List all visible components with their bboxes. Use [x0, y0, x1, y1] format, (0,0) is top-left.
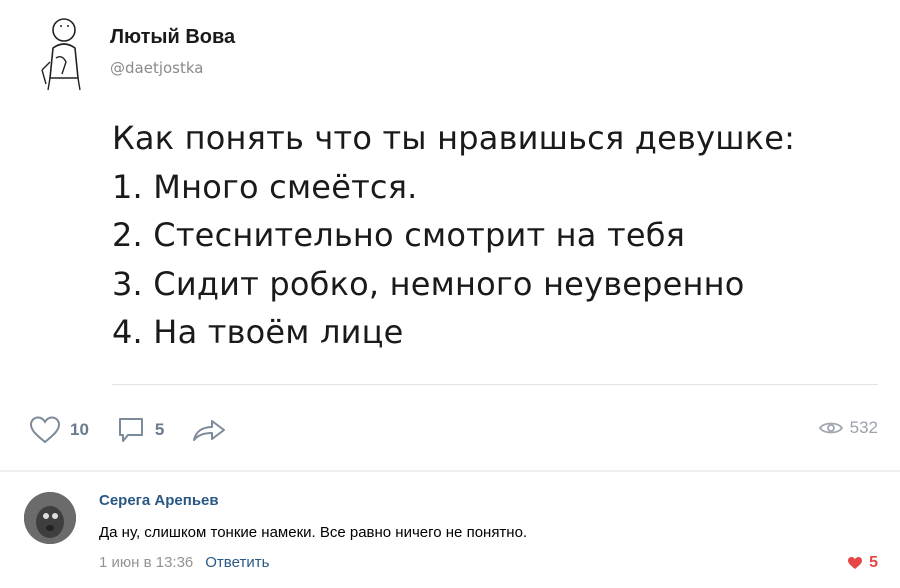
- comment-like-button[interactable]: 5: [847, 554, 878, 572]
- author-avatar[interactable]: [36, 14, 84, 92]
- heart-icon: [848, 557, 863, 569]
- comment-time[interactable]: 1 июн в 13:36: [99, 554, 193, 571]
- reply-button[interactable]: Ответить: [205, 554, 269, 571]
- heart-icon: [29, 416, 61, 444]
- divider: [112, 384, 878, 385]
- tweet-text: Как понять что ты нравишься девушке: 1. …: [112, 114, 872, 357]
- tweet-line: 3. Сидит робко, немного неуверенно: [112, 264, 745, 303]
- tweet-line: 4. На твоём лице: [112, 313, 404, 351]
- eye-icon: [818, 422, 843, 434]
- comment-count: 5: [154, 420, 165, 439]
- comment-icon: [118, 418, 143, 442]
- commenter-avatar[interactable]: [24, 492, 76, 544]
- views-count: 532: [849, 418, 878, 437]
- like-count: 10: [70, 420, 89, 439]
- post-actions: 10 5: [28, 410, 256, 450]
- author-handle[interactable]: @daetjostka: [110, 59, 203, 77]
- share-button[interactable]: [190, 415, 230, 445]
- tweet-post: Лютый Вова @daetjostka Как понять что ты…: [0, 0, 900, 470]
- comment-text: Да ну, слишком тонкие намеки. Все равно …: [99, 524, 528, 541]
- comment-button[interactable]: 5: [115, 414, 164, 446]
- tweet-line: Как понять что ты нравишься девушке:: [112, 119, 796, 157]
- comment-meta: 1 июн в 13:36 Ответить: [99, 554, 269, 571]
- tweet-line: 2. Стеснительно смотрит на тебя: [112, 216, 686, 254]
- share-icon: [193, 420, 226, 441]
- comment-item: Серега Арепьев Да ну, слишком тонкие нам…: [0, 472, 900, 588]
- commenter-name[interactable]: Серега Арепьев: [99, 492, 219, 509]
- like-button[interactable]: 10: [28, 415, 89, 445]
- views-counter: 532: [818, 418, 878, 438]
- author-name[interactable]: Лютый Вова: [110, 26, 235, 49]
- tweet-line: 1. Много смеётся.: [112, 167, 418, 206]
- comment-like-count: 5: [869, 554, 878, 571]
